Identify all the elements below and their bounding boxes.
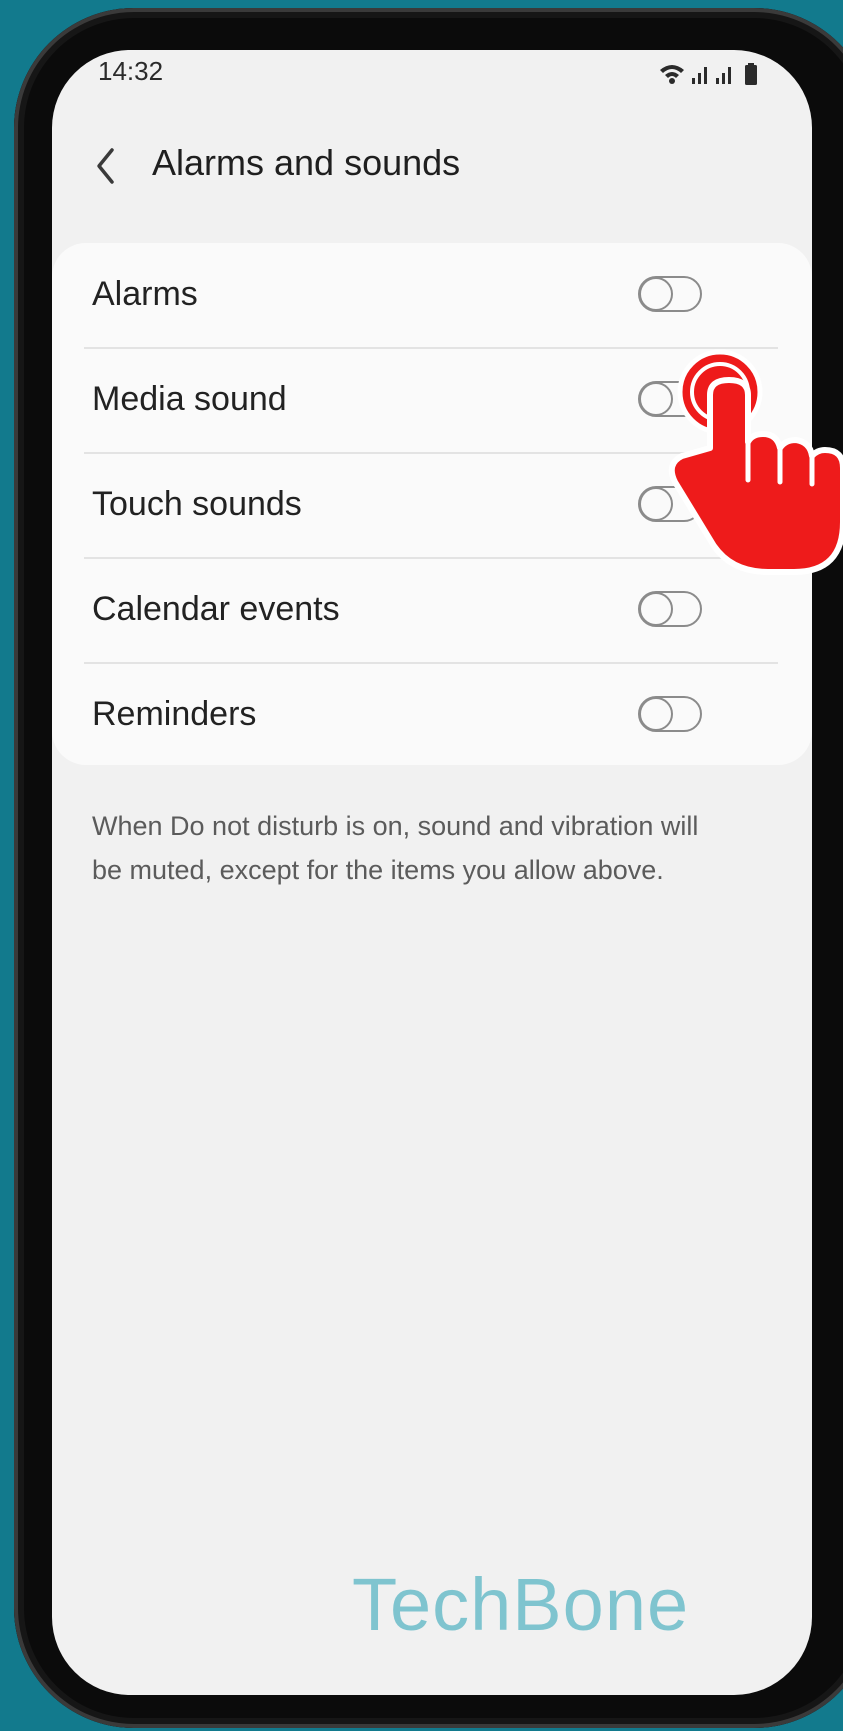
status-time: 14:32: [98, 56, 164, 86]
do-not-disturb-note: When Do not disturb is on, sound and vib…: [92, 811, 699, 885]
wifi-icon: [660, 65, 684, 84]
tap-hand-icon: [668, 349, 843, 575]
toggle-knob: [639, 592, 673, 626]
calendar-events-toggle[interactable]: [638, 591, 702, 627]
setting-label: Calendar events: [92, 590, 340, 628]
signal-icon: [716, 67, 731, 84]
toggle-knob: [639, 277, 673, 311]
chevron-left-icon: [97, 148, 114, 184]
setting-label: Touch sounds: [92, 485, 302, 523]
page-title: Alarms and sounds: [152, 142, 461, 183]
alarms-toggle[interactable]: [638, 276, 702, 312]
battery-icon: [745, 63, 757, 85]
toggle-knob: [639, 697, 673, 731]
status-bar: 14:32: [52, 50, 812, 102]
setting-row-reminders[interactable]: Reminders: [52, 663, 812, 767]
setting-label: Alarms: [92, 275, 198, 313]
setting-label: Media sound: [92, 380, 287, 418]
reminders-toggle[interactable]: [638, 696, 702, 732]
back-button[interactable]: [84, 138, 128, 194]
status-icons: [652, 58, 812, 88]
app-header: Alarms and sounds: [52, 130, 812, 220]
signal-icon: [692, 67, 707, 84]
techbone-watermark: TechBone: [352, 1563, 690, 1646]
setting-label: Reminders: [92, 695, 257, 733]
setting-row-alarms[interactable]: Alarms: [52, 243, 812, 347]
phone-screen: 14:32 Alarms and sounds Alarms Media sou…: [52, 50, 812, 1695]
